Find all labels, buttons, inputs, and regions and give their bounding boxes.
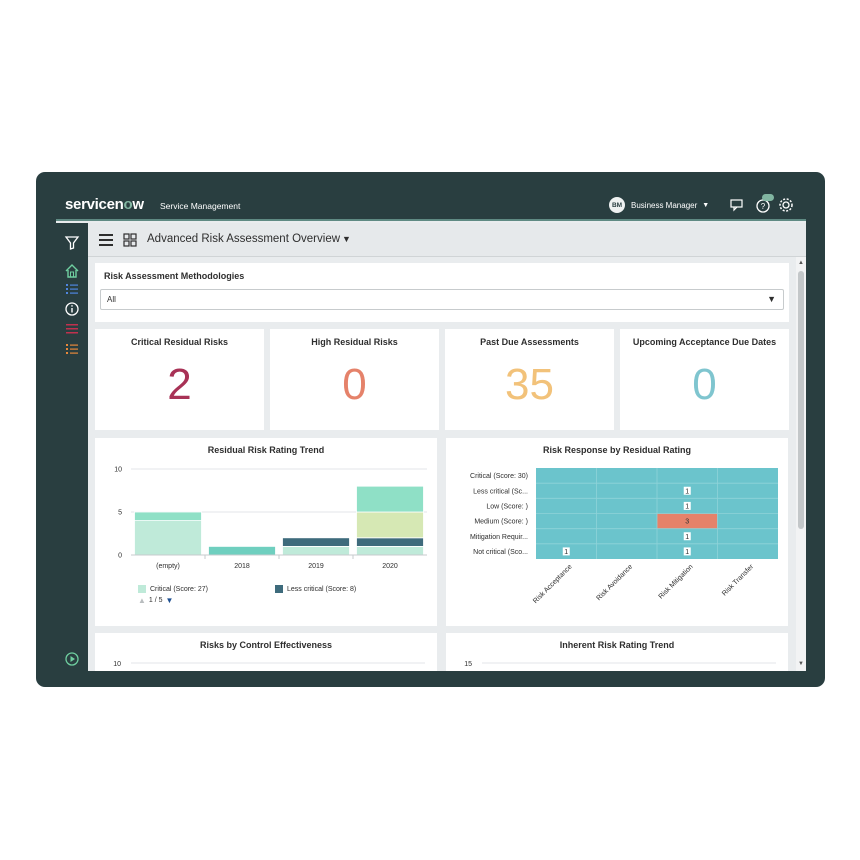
legend-label: Critical (Score: 27) (150, 585, 208, 593)
top-banner: servicenow Service Management BM Busines… (56, 187, 806, 221)
control-effectiveness-chart: 10 (113, 661, 425, 668)
row-label: Not critical (Sco... (473, 549, 528, 556)
caret-down-icon: ▼ (702, 201, 710, 209)
bar-segment (356, 537, 424, 547)
legend-item[interactable]: Critical (Score: 27) (138, 585, 208, 593)
row-label: Low (Score: ) (486, 503, 528, 510)
risk-response-card: Risk Response by Residual Rating Critica… (446, 438, 788, 626)
cell-value: 1 (685, 534, 689, 541)
bar-segment (356, 485, 424, 513)
play-icon[interactable] (64, 651, 80, 667)
y-tick-label: 15 (464, 661, 472, 668)
settings-icon[interactable] (778, 197, 794, 213)
y-tick-label: 5 (118, 510, 122, 517)
y-tick-label: 0 (118, 553, 122, 560)
left-navigation (56, 223, 88, 671)
scroll-up-icon[interactable]: ▲ (798, 260, 804, 266)
y-tick-label: 10 (113, 661, 121, 668)
bar-segment (134, 520, 202, 556)
bar-segment (282, 546, 350, 556)
bar-segment (356, 546, 424, 556)
inherent-risk-trend-card: Inherent Risk Rating Trend 15 (446, 633, 788, 671)
pager-down-icon[interactable]: ▼ (166, 596, 174, 605)
kpi-upcoming-acceptance-due-dates[interactable]: Upcoming Acceptance Due Dates 0 (620, 329, 789, 430)
scroll-down-icon[interactable]: ▼ (798, 661, 804, 667)
chat-icon[interactable] (729, 197, 745, 213)
pager-up-icon[interactable]: ▲ (138, 596, 146, 605)
methodology-select[interactable]: All ▼ (100, 289, 784, 310)
risk-response-heatmap: Critical (Score: 30) Less critical (Sc...… (470, 468, 778, 605)
control-effectiveness-card: Risks by Control Effectiveness 10 (95, 633, 437, 671)
x-tick-label: (empty) (156, 563, 180, 570)
y-tick-label: 10 (114, 467, 122, 474)
help-icon[interactable]: ? (753, 193, 775, 215)
x-tick-label: 2018 (234, 563, 250, 570)
filter-card: Risk Assessment Methodologies All ▼ (95, 263, 789, 322)
user-name: Business Manager (631, 200, 698, 210)
info-icon[interactable] (64, 301, 80, 317)
caret-down-icon: ▼ (767, 294, 776, 304)
residual-risk-trend-chart: 10 5 0 (empty) 2018 2019 2020 (114, 467, 427, 570)
pager-text: 1 / 5 (148, 597, 163, 604)
kpi-past-due-assessments[interactable]: Past Due Assessments 35 (445, 329, 614, 430)
kpi-title: Upcoming Acceptance Due Dates (632, 337, 777, 347)
legend-label: Less critical (Score: 8) (287, 585, 357, 593)
filter-icon[interactable] (64, 235, 80, 251)
x-tick-label: 2020 (382, 563, 398, 570)
bar-segment (134, 511, 202, 521)
cell-value: 1 (685, 549, 689, 556)
kpi-title: Critical Residual Risks (130, 337, 229, 347)
inherent-risk-trend-chart: 15 (464, 661, 776, 668)
kpi-value: 0 (692, 360, 717, 409)
list-orange-icon[interactable] (64, 341, 80, 357)
app-window: servicenow Service Management BM Busines… (56, 187, 806, 671)
page-header: Advanced Risk Assessment Overview ▼ (88, 223, 806, 257)
legend-item[interactable]: Less critical (Score: 8) (275, 585, 356, 593)
column-label: Risk Transfer (721, 563, 756, 598)
row-label: Less critical (Sc... (473, 488, 528, 495)
hamburger-icon[interactable] (99, 234, 113, 246)
cell-value: 3 (685, 519, 689, 526)
kpi-value: 2 (167, 360, 192, 409)
bar-segment (356, 511, 424, 539)
caret-down-icon[interactable]: ▼ (342, 234, 351, 244)
row-label: Critical (Score: 30) (470, 473, 528, 480)
legend-swatch (275, 585, 283, 593)
kpi-high-residual-risks[interactable]: High Residual Risks 0 (270, 329, 439, 430)
list-red-icon[interactable] (64, 321, 80, 337)
bar-segment (282, 537, 350, 547)
svg-text:?: ? (761, 202, 766, 211)
app-name: Service Management (160, 201, 241, 211)
list-icon[interactable] (64, 281, 80, 297)
user-menu[interactable]: BM Business Manager ▼ (609, 196, 709, 214)
residual-risk-trend-card: Residual Risk Rating Trend 10 5 0 (empty) 20… (95, 438, 437, 626)
column-label: Risk Acceptance (532, 563, 574, 605)
column-label: Risk Avoidance (595, 563, 634, 602)
select-value: All (107, 295, 116, 304)
scrollbar[interactable]: ▲ ▼ (796, 257, 806, 671)
page-title[interactable]: Advanced Risk Assessment Overview (147, 233, 340, 245)
kpi-value: 35 (505, 360, 554, 409)
legend-pager: ▲ 1 / 5 ▼ (138, 596, 173, 605)
cell-value: 1 (685, 503, 689, 510)
home-icon[interactable] (64, 263, 80, 279)
row-label: Mitigation Requir... (470, 534, 528, 541)
kpi-value: 0 (342, 360, 367, 409)
legend-swatch (138, 585, 146, 593)
x-tick-label: 2019 (308, 563, 324, 570)
column-label: Risk Mitigation (658, 563, 695, 600)
avatar: BM (609, 197, 625, 213)
grid-icon[interactable] (123, 233, 137, 247)
kpi-title: High Residual Risks (311, 337, 398, 347)
kpi-critical-residual-risks[interactable]: Critical Residual Risks 2 (95, 329, 264, 430)
kpi-title: Past Due Assessments (480, 337, 579, 347)
servicenow-logo[interactable]: servicenow (65, 196, 144, 213)
cell-value: 1 (685, 488, 689, 495)
cell-value: 1 (564, 549, 568, 556)
bar-segment (208, 546, 276, 556)
row-label: Medium (Score: ) (474, 519, 528, 526)
filter-label: Risk Assessment Methodologies (104, 271, 245, 281)
scroll-thumb[interactable] (798, 271, 804, 529)
